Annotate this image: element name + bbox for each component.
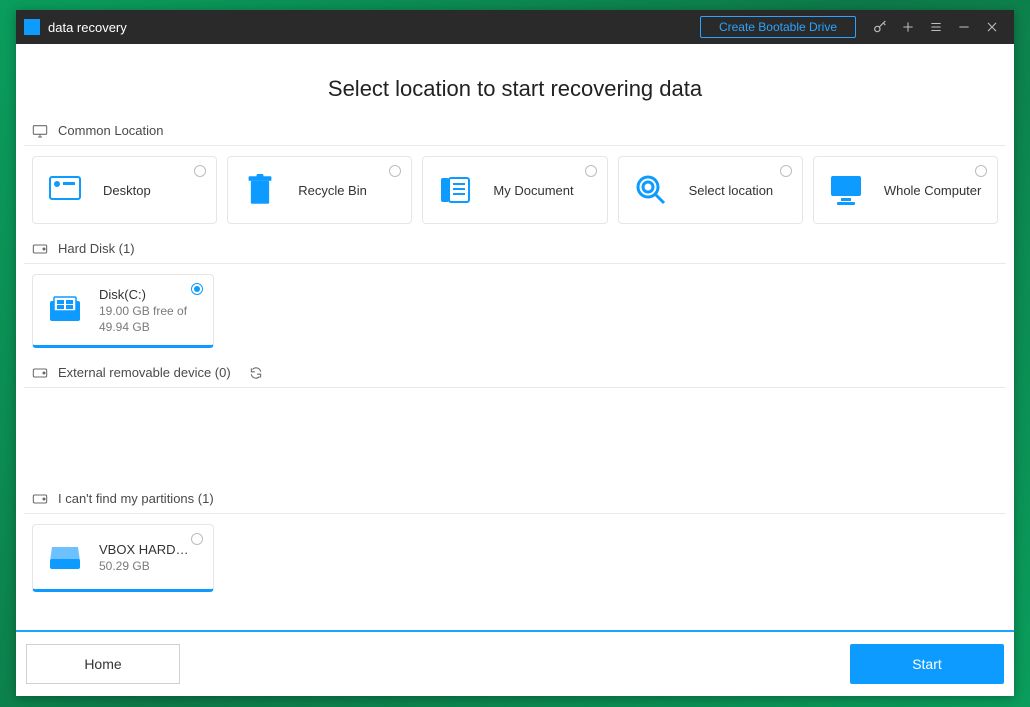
section-label: External removable device (0) bbox=[58, 365, 231, 380]
magnifier-icon bbox=[631, 170, 671, 210]
drive-icon bbox=[32, 242, 48, 256]
footer-bar: Home Start bbox=[16, 630, 1014, 696]
card-desktop[interactable]: Desktop bbox=[32, 156, 217, 224]
home-button[interactable]: Home bbox=[26, 644, 180, 684]
plus-icon[interactable] bbox=[894, 10, 922, 44]
radio-icon bbox=[389, 165, 401, 177]
menu-icon[interactable] bbox=[922, 10, 950, 44]
disk-info: Disk(C:) 19.00 GB free of 49.94 GB bbox=[99, 287, 187, 334]
app-logo-icon bbox=[24, 19, 40, 35]
radio-icon bbox=[780, 165, 792, 177]
windows-drive-icon bbox=[45, 290, 85, 330]
external-empty-area bbox=[16, 388, 1014, 484]
monitor-icon bbox=[32, 124, 48, 138]
card-lost-partition-0[interactable]: VBOX HARDDISK... 50.29 GB bbox=[32, 524, 214, 592]
desktop-icon bbox=[45, 170, 85, 210]
common-location-cards: Desktop Recycle Bin My Document bbox=[24, 146, 1006, 234]
close-icon[interactable] bbox=[978, 10, 1006, 44]
drive-icon bbox=[32, 492, 48, 506]
radio-icon bbox=[194, 165, 206, 177]
radio-icon bbox=[191, 533, 203, 545]
trash-icon bbox=[240, 170, 280, 210]
lost-info: VBOX HARDDISK... 50.29 GB bbox=[99, 542, 197, 573]
page-heading: Select location to start recovering data bbox=[16, 44, 1014, 116]
radio-icon bbox=[585, 165, 597, 177]
radio-icon bbox=[975, 165, 987, 177]
section-external: External removable device (0) bbox=[24, 358, 1006, 388]
lost-name: VBOX HARDDISK... bbox=[99, 542, 197, 557]
section-label: I can't find my partitions (1) bbox=[58, 491, 214, 506]
app-title: data recovery bbox=[48, 20, 127, 35]
card-label: My Document bbox=[493, 183, 573, 198]
card-disk-c[interactable]: Disk(C:) 19.00 GB free of 49.94 GB bbox=[32, 274, 214, 348]
home-label: Home bbox=[84, 656, 121, 672]
computer-icon bbox=[826, 170, 866, 210]
key-icon[interactable] bbox=[866, 10, 894, 44]
main-panel: Select location to start recovering data… bbox=[16, 44, 1014, 696]
card-whole-computer[interactable]: Whole Computer bbox=[813, 156, 998, 224]
section-label: Common Location bbox=[58, 123, 164, 138]
refresh-icon[interactable] bbox=[249, 365, 265, 381]
create-bootable-drive-button[interactable]: Create Bootable Drive bbox=[700, 16, 856, 38]
document-icon bbox=[435, 170, 475, 210]
card-label: Whole Computer bbox=[884, 183, 982, 198]
lost-size: 50.29 GB bbox=[99, 559, 197, 573]
minimize-icon[interactable] bbox=[950, 10, 978, 44]
card-recycle-bin[interactable]: Recycle Bin bbox=[227, 156, 412, 224]
section-lost-partitions: I can't find my partitions (1) bbox=[24, 484, 1006, 514]
bootable-label: Create Bootable Drive bbox=[719, 20, 837, 34]
card-label: Select location bbox=[689, 183, 774, 198]
section-common-location: Common Location bbox=[24, 116, 1006, 146]
start-label: Start bbox=[912, 656, 942, 672]
app-window: data recovery Create Bootable Drive Sele… bbox=[16, 10, 1014, 696]
radio-icon bbox=[191, 283, 203, 295]
disk-name: Disk(C:) bbox=[99, 287, 187, 302]
card-my-document[interactable]: My Document bbox=[422, 156, 607, 224]
section-hard-disk: Hard Disk (1) bbox=[24, 234, 1006, 264]
start-button[interactable]: Start bbox=[850, 644, 1004, 684]
section-label: Hard Disk (1) bbox=[58, 241, 135, 256]
card-label: Recycle Bin bbox=[298, 183, 367, 198]
titlebar: data recovery Create Bootable Drive bbox=[16, 10, 1014, 44]
disk-free-line2: 49.94 GB bbox=[99, 320, 187, 334]
disk-free-line1: 19.00 GB free of bbox=[99, 304, 187, 318]
lost-partition-cards: VBOX HARDDISK... 50.29 GB bbox=[24, 514, 1006, 602]
hard-disk-cards: Disk(C:) 19.00 GB free of 49.94 GB bbox=[24, 264, 1006, 358]
harddisk-icon bbox=[45, 537, 85, 577]
drive-icon bbox=[32, 366, 48, 380]
card-select-location[interactable]: Select location bbox=[618, 156, 803, 224]
card-label: Desktop bbox=[103, 183, 151, 198]
